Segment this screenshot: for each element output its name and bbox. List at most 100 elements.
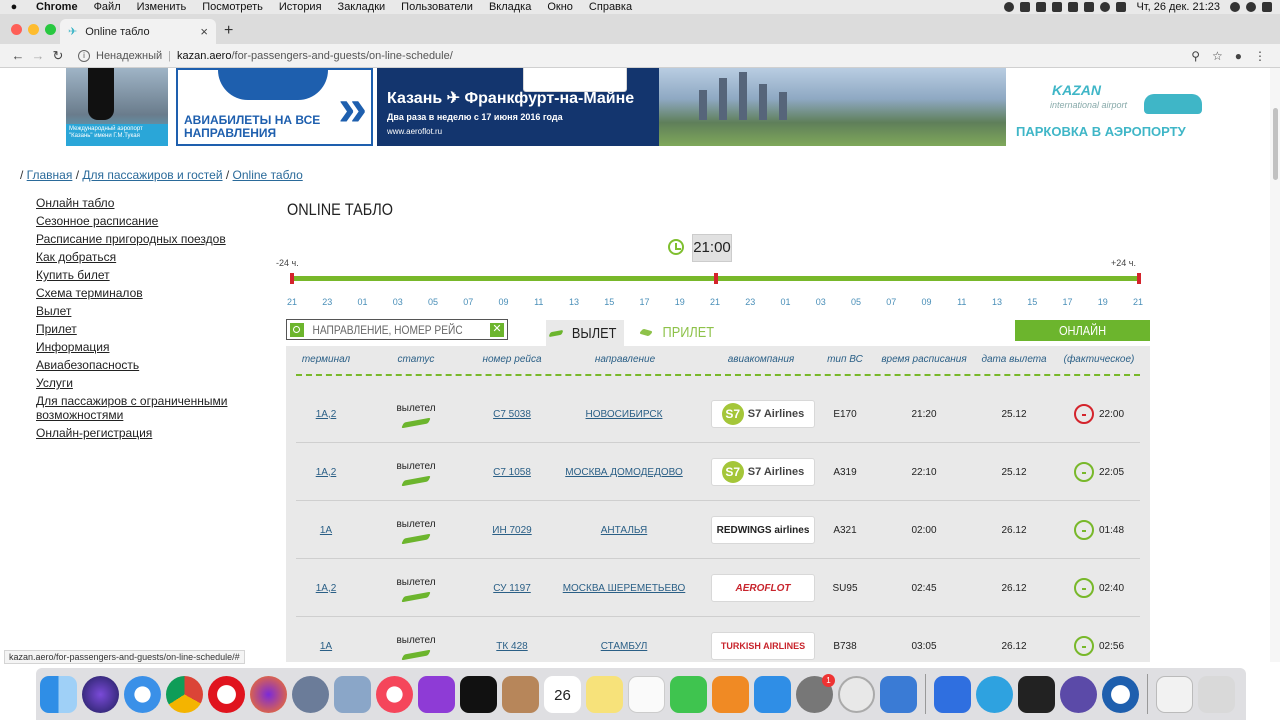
slider-handle-start[interactable]: [290, 273, 294, 284]
search-icon[interactable]: [1230, 2, 1240, 12]
wifi-icon[interactable]: [1100, 2, 1111, 12]
sidebar-item-directions[interactable]: Как добраться: [36, 250, 236, 264]
search-input[interactable]: [304, 322, 463, 337]
menu-help[interactable]: Справка: [581, 1, 640, 13]
finder-icon[interactable]: [40, 675, 77, 713]
slider-handle-current[interactable]: [713, 273, 718, 284]
sidebar-item-online-board[interactable]: Онлайн табло: [36, 196, 236, 210]
notes-icon[interactable]: [586, 675, 623, 713]
banner-frankfurt[interactable]: KAZAN airport Казань ✈ Франкфурт-на-Майн…: [377, 68, 1006, 146]
books-icon[interactable]: [712, 675, 749, 713]
sidebar-item-information[interactable]: Информация: [36, 340, 236, 354]
table-row[interactable]: 1А,2 вылетел С7 1058 МОСКВА ДОМОДЕДОВО S…: [296, 443, 1140, 501]
music-icon[interactable]: [376, 675, 413, 713]
tab-arrivals[interactable]: ПРИЛЕТ: [639, 324, 719, 341]
cell-terminal[interactable]: 1А: [296, 617, 356, 662]
mail-app-icon[interactable]: [880, 675, 917, 713]
cell-destination[interactable]: МОСКВА ШЕРЕМЕТЬЕВО: [554, 559, 694, 617]
info-icon[interactable]: i: [78, 49, 90, 62]
tab-departures[interactable]: ВЫЛЕТ: [546, 320, 624, 346]
cell-flight[interactable]: ИН 7029: [470, 501, 554, 559]
online-checkin-button[interactable]: ОНЛАЙН РЕГИСТРАЦИЯ: [1015, 320, 1150, 359]
chrome-icon[interactable]: [166, 675, 203, 713]
table-row[interactable]: 1А вылетел ИН 7029 АНТАЛЬЯ REDWINGS airl…: [296, 501, 1140, 559]
sidebar-item-buy-ticket[interactable]: Купить билет: [36, 268, 236, 282]
sidebar-item-security[interactable]: Авиабезопасность: [36, 358, 236, 372]
banner-parking[interactable]: KAZAN international airport ПАРКОВКА В А…: [1010, 68, 1216, 146]
cell-terminal[interactable]: 1А,2: [296, 385, 356, 443]
cell-destination[interactable]: СТАМБУЛ: [554, 617, 694, 662]
cell-flight[interactable]: СУ 1197: [470, 559, 554, 617]
opera-icon[interactable]: [208, 675, 245, 713]
trash-icon[interactable]: [1198, 675, 1235, 713]
sidebar-item-seasonal-schedule[interactable]: Сезонное расписание: [36, 214, 236, 228]
cell-flight[interactable]: С7 5038: [470, 385, 554, 443]
search-icon[interactable]: [290, 322, 304, 337]
user-icon[interactable]: [1246, 2, 1256, 12]
siri-icon[interactable]: [82, 675, 119, 713]
display-icon[interactable]: [1036, 2, 1047, 12]
browser-tab[interactable]: ✈ Online табло ×: [60, 19, 216, 44]
flag-icon[interactable]: [1068, 2, 1079, 12]
cell-destination[interactable]: МОСКВА ДОМОДЕДОВО: [554, 443, 694, 501]
battery-icon[interactable]: [1116, 2, 1127, 12]
menu-tab[interactable]: Вкладка: [481, 1, 539, 13]
sidebar-item-online-checkin[interactable]: Онлайн-регистрация: [36, 426, 236, 440]
apple-tv-icon[interactable]: [460, 675, 497, 713]
blocked-app-icon[interactable]: [838, 675, 875, 713]
sidebar-item-arrivals[interactable]: Прилет: [36, 322, 236, 336]
sidebar-item-services[interactable]: Услуги: [36, 376, 236, 390]
reload-icon[interactable]: ↻: [48, 48, 68, 64]
cell-destination[interactable]: НОВОСИБИРСК: [554, 385, 694, 443]
new-tab-icon[interactable]: +: [224, 22, 233, 40]
system-preferences-icon[interactable]: 1: [796, 673, 835, 713]
page-scrollbar[interactable]: [1270, 68, 1280, 662]
close-tab-icon[interactable]: ×: [200, 24, 208, 39]
menu-app-name[interactable]: Chrome: [28, 1, 86, 13]
zoom-window-button[interactable]: [45, 24, 56, 35]
menu-history[interactable]: История: [271, 1, 330, 13]
minimize-window-button[interactable]: [28, 24, 39, 35]
preview-icon[interactable]: [334, 675, 371, 713]
close-window-button[interactable]: [11, 24, 22, 35]
facetime-icon[interactable]: [670, 675, 707, 713]
record-icon[interactable]: [1004, 2, 1015, 12]
forward-icon[interactable]: →: [28, 48, 48, 63]
safari-icon[interactable]: [124, 675, 161, 713]
table-row[interactable]: 1А вылетел ТК 428 СТАМБУЛ TURKISH AIRLIN…: [296, 617, 1140, 662]
banner-airport[interactable]: Международный аэропорт "Казань" имени Г.…: [66, 68, 168, 146]
zoom-icon[interactable]: ⚲: [1191, 49, 1200, 63]
menu-window[interactable]: Окно: [539, 1, 581, 13]
podcasts-icon[interactable]: [418, 675, 455, 713]
cell-flight[interactable]: С7 1058: [470, 443, 554, 501]
menu-people[interactable]: Пользователи: [393, 1, 481, 13]
menu-edit[interactable]: Изменить: [129, 1, 195, 13]
breadcrumb-home[interactable]: Главная: [27, 168, 73, 182]
contacts-icon[interactable]: [502, 675, 539, 713]
document-stack-icon[interactable]: [1156, 675, 1193, 713]
breadcrumb-passengers[interactable]: Для пассажиров и гостей: [82, 168, 222, 182]
apple-menu-icon[interactable]: ●: [0, 1, 28, 13]
cell-flight[interactable]: ТК 428: [470, 617, 554, 662]
menu-bookmarks[interactable]: Закладки: [330, 1, 394, 13]
slider-handle-end[interactable]: [1137, 273, 1141, 284]
table-row[interactable]: 1А,2 вылетел СУ 1197 МОСКВА ШЕРЕМЕТЬЕВО …: [296, 559, 1140, 617]
calendar-icon[interactable]: 26: [544, 675, 581, 713]
cell-terminal[interactable]: 1А,2: [296, 559, 356, 617]
app-store-icon[interactable]: [754, 675, 791, 713]
cell-terminal[interactable]: 1А: [296, 501, 356, 559]
banner-tickets[interactable]: АВИАБИЛЕТЫ НА ВСЕ НАПРАВЛЕНИЯ »: [176, 68, 373, 146]
menu-list-icon[interactable]: [1262, 2, 1272, 12]
reminders-icon[interactable]: [628, 675, 665, 713]
clear-search-icon[interactable]: ✕: [490, 322, 504, 337]
cell-terminal[interactable]: 1А,2: [296, 443, 356, 501]
menu-file[interactable]: Файл: [86, 1, 129, 13]
telegram-icon[interactable]: [976, 675, 1013, 713]
sidebar-item-accessibility[interactable]: Для пассажиров с ограниченными возможнос…: [36, 394, 236, 422]
profile-icon[interactable]: ●: [1235, 49, 1242, 63]
breadcrumb-online-board[interactable]: Online табло: [233, 168, 303, 182]
sidebar-item-trains[interactable]: Расписание пригородных поездов: [36, 232, 236, 246]
menu-view[interactable]: Посмотреть: [194, 1, 271, 13]
bluetooth-icon[interactable]: [1084, 2, 1095, 12]
volume-icon[interactable]: [1052, 2, 1063, 12]
